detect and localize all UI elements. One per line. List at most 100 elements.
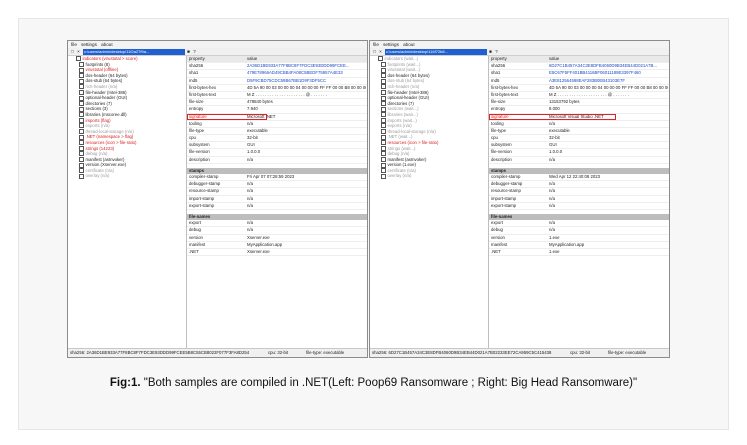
property-row[interactable]: sha256 2A36D1BE933A77F8BC8F7FDC3E93DDD99F…	[187, 63, 367, 71]
tree-item-label: dos-header (64 bytes)	[387, 72, 430, 78]
property-row[interactable]: subsystem GUI	[489, 142, 669, 150]
property-row[interactable]: export-stamp n/a	[489, 203, 669, 210]
property-row[interactable]: debug n/a	[489, 227, 669, 235]
property-name: cpu	[189, 135, 196, 141]
property-row[interactable]: version Xserver.exe	[187, 235, 367, 242]
tree-item-label: footprints (wait...)	[387, 61, 421, 67]
menu-settings[interactable]: settings	[383, 41, 399, 48]
tree-item-label: version (1.exe)	[387, 162, 416, 168]
property-name: description	[189, 156, 210, 162]
property-row[interactable]: tooling n/a	[187, 121, 367, 128]
property-row[interactable]: tooling n/a	[489, 121, 669, 128]
property-row[interactable]: description n/a	[489, 157, 669, 164]
column-property[interactable]: property	[189, 56, 245, 62]
file-path-field[interactable]: c:\users\admin\desktop\116f72b8...	[385, 48, 487, 55]
property-row[interactable]: export-stamp n/a	[187, 203, 367, 210]
tree-item-label: certificate (n/a)	[387, 167, 416, 173]
property-row[interactable]: entropy 7.940	[187, 106, 367, 114]
property-row[interactable]: version 1.exe	[489, 235, 669, 242]
column-value[interactable]: value	[247, 56, 366, 62]
property-row[interactable]: first-bytes-hex 4D 5A 90 00 03 00 00 00 0…	[489, 85, 669, 92]
property-row[interactable]: compiler-stamp Fri Apr 07 07:28:59 2023	[187, 174, 367, 182]
property-name: first-bytes-text	[189, 91, 216, 97]
tree-item-label: overlay (n/a)	[387, 173, 412, 179]
file-path-field[interactable]: c:\users\admin\desktop\11f2a27f9a...	[83, 48, 185, 55]
caption-text: "Both samples are compiled in .NET(Left:…	[143, 377, 638, 389]
property-value: 6D27C1B457A34C3E8DFB4060D9B34EB44D021A7B…	[549, 63, 657, 69]
property-row[interactable]: export n/a	[489, 220, 669, 228]
property-row[interactable]: import-stamp n/a	[187, 196, 367, 203]
property-row[interactable]: import-stamp n/a	[489, 196, 669, 203]
property-value: n/a	[549, 220, 555, 226]
tree-item[interactable]: overlay (n/a)	[68, 173, 186, 179]
property-row[interactable]: sha1 E5C67F5FF401BB4116BF06011189E3397F46…	[489, 70, 669, 78]
property-row[interactable]: file-size 478840 bytes	[187, 99, 367, 107]
property-name: tooling	[491, 120, 504, 126]
info-icon[interactable]: ?	[494, 49, 499, 54]
tree-item-label: resources (icon > file-ratio)	[387, 139, 439, 145]
property-row[interactable]: debugger-stamp n/a	[489, 181, 669, 189]
property-row[interactable]: first-bytes-text M Z . . . . . . . . . . …	[489, 92, 669, 100]
property-row[interactable]: signature Microsoft Visual Studio .NET	[489, 113, 669, 121]
property-value: D5F9CBD75CDC59B67BB1D9F3DF5CC	[247, 77, 327, 83]
property-row[interactable]: file-type executable	[489, 128, 669, 136]
property-row[interactable]: subsystem GUI	[187, 142, 367, 150]
property-row[interactable]: compiler-stamp Wed Apr 12 22:40:08 2023	[489, 174, 669, 182]
menu-settings[interactable]: settings	[81, 41, 97, 48]
tree-item-label: directories (7)	[85, 100, 112, 106]
property-row[interactable]: file-version 1.0.0.0	[489, 149, 669, 157]
info-icon[interactable]: ?	[192, 49, 197, 54]
property-row[interactable]: debug n/a	[187, 227, 367, 235]
property-value: 7.940	[247, 106, 258, 112]
property-row[interactable]: resource-stamp n/a	[489, 188, 669, 196]
property-row[interactable]: export n/a	[187, 220, 367, 228]
open-icon[interactable]: □	[372, 49, 377, 54]
property-row[interactable]: entropy 8.000	[489, 106, 669, 114]
save-icon[interactable]: ■	[488, 49, 493, 54]
menu-about[interactable]: about	[403, 41, 415, 48]
menu-file[interactable]: file	[373, 41, 379, 48]
property-value: 1.exe	[549, 248, 560, 254]
property-value: n/a	[247, 181, 253, 187]
close-icon[interactable]: ×	[76, 49, 81, 54]
detail-pane: property value sha256 2A36D1BE933A77F8BC8…	[187, 56, 367, 349]
property-row[interactable]: .NET Xserver.exe	[187, 249, 367, 257]
property-row[interactable]: manifest MyApplication.app	[187, 242, 367, 249]
tree-item-label: indicators (wait...)	[384, 56, 419, 61]
property-row[interactable]: cpu 32-bit	[489, 135, 669, 143]
property-row[interactable]: file-type executable	[187, 128, 367, 136]
property-row[interactable]: file-version 1.0.0.0	[187, 149, 367, 157]
property-list: sha256 2A36D1BE933A77F8BC8F7FDC3E93DDD99F…	[187, 63, 367, 164]
tree-item-label: indicators (virustotal > score)	[82, 56, 138, 61]
status-file-type: file-type: executable	[608, 350, 647, 355]
property-row[interactable]: manifest MyApplication.app	[489, 242, 669, 249]
tree-item-label: debug (n/a)	[85, 151, 108, 157]
property-row[interactable]: signature Microsoft .NET	[187, 113, 367, 121]
property-row[interactable]: resource-stamp n/a	[187, 188, 367, 196]
close-icon[interactable]: ×	[378, 49, 383, 54]
property-row[interactable]: cpu 32-bit	[187, 135, 367, 143]
menu-file[interactable]: file	[71, 41, 77, 48]
property-name: file-size	[189, 99, 204, 105]
property-row[interactable]: .NET 1.exe	[489, 248, 669, 257]
property-row[interactable]: debugger-stamp n/a	[187, 181, 367, 189]
property-value: 2A36D1BE933A77F8BC8F7FDC3E93DDD99FCEE...	[247, 63, 350, 69]
property-row[interactable]: sha1 479E78966AD49CBB4FA08C5BEDF75957A4E3…	[187, 70, 367, 78]
property-row[interactable]: file-size 13153792 bytes	[489, 99, 669, 107]
property-row[interactable]: md5 A3E812564598EAF283B0EB43103E7F	[489, 78, 669, 85]
column-property[interactable]: property	[491, 56, 547, 62]
property-row[interactable]: md5 D5F9CBD75CDC59B67BB1D9F3DF5CC	[187, 78, 367, 85]
status-cpu: cpu: 32-bit	[570, 350, 591, 355]
property-value: n/a	[549, 195, 555, 201]
property-row[interactable]: description n/a	[187, 157, 367, 164]
open-icon[interactable]: □	[70, 49, 75, 54]
property-row[interactable]: first-bytes-text M Z . . . . . . . . . . …	[187, 91, 367, 100]
property-row[interactable]: first-bytes-hex 4D 5A 90 00 03 00 00 00 0…	[187, 85, 367, 92]
column-value[interactable]: value	[549, 56, 668, 62]
tree-item[interactable]: overlay (n/a)	[370, 173, 488, 179]
menu-about[interactable]: about	[101, 41, 113, 48]
stamps-list: compiler-stamp Wed Apr 12 22:40:08 2023 de…	[489, 174, 669, 210]
save-icon[interactable]: ■	[186, 49, 191, 54]
property-row[interactable]: sha256 6D27C1B457A34C3E8DFB4060D9B34EB44D…	[489, 63, 669, 71]
property-value: 4D 5A 90 00 03 00 00 00 04 00 00 00 FF F…	[247, 84, 366, 90]
